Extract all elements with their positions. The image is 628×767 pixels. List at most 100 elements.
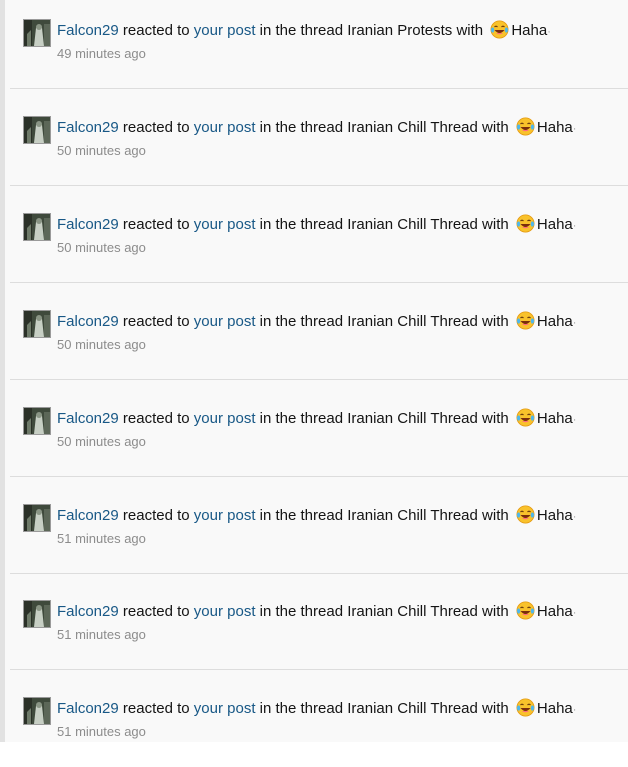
username-link[interactable]: Falcon29 — [57, 119, 119, 136]
thread-text: in the thread — [259, 22, 344, 39]
avatar[interactable] — [23, 213, 51, 241]
alert-time: 50 minutes ago — [57, 143, 146, 158]
thread-text: in the thread — [259, 700, 344, 717]
alert-time: 50 minutes ago — [57, 240, 146, 255]
alert-time: 50 minutes ago — [57, 337, 146, 352]
post-link[interactable]: your post — [194, 22, 256, 39]
laughing-tears-emoji-icon — [516, 408, 535, 427]
alert-time: 50 minutes ago — [57, 434, 146, 449]
reaction-label: Haha — [536, 700, 573, 717]
alert-time: 51 minutes ago — [57, 627, 146, 642]
thread-text: in the thread — [259, 410, 344, 427]
alert-content: Falcon29 reacted to your post in the thr… — [57, 117, 628, 159]
reacted-text: reacted to — [122, 603, 190, 620]
username-link[interactable]: Falcon29 — [57, 700, 119, 717]
thread-title: Iranian Chill Thread — [347, 603, 478, 620]
separator-dot: · — [572, 511, 577, 523]
reaction[interactable]: Haha· — [513, 698, 577, 720]
post-link[interactable]: your post — [194, 507, 256, 524]
thread-text: in the thread — [259, 313, 344, 330]
reaction-label: Haha — [536, 410, 573, 427]
thread-title: Iranian Protests — [347, 22, 453, 39]
laughing-tears-emoji-icon — [516, 117, 535, 136]
thread-text: in the thread — [259, 119, 344, 136]
thread-title: Iranian Chill Thread — [347, 119, 478, 136]
with-text: with — [482, 410, 509, 427]
reaction[interactable]: Haha· — [513, 505, 577, 527]
reaction[interactable]: Haha· — [513, 601, 577, 623]
alert-text: Falcon29 reacted to your post in the thr… — [57, 698, 628, 720]
separator-dot: · — [572, 704, 577, 716]
with-text: with — [482, 313, 509, 330]
reacted-text: reacted to — [122, 22, 190, 39]
avatar[interactable] — [23, 19, 51, 47]
post-link[interactable]: your post — [194, 313, 256, 330]
alert-content: Falcon29 reacted to your post in the thr… — [57, 311, 628, 353]
reaction[interactable]: Haha· — [487, 20, 551, 42]
separator-dot: · — [572, 607, 577, 619]
separator-dot: · — [572, 317, 577, 329]
avatar[interactable] — [23, 310, 51, 338]
username-link[interactable]: Falcon29 — [57, 410, 119, 427]
username-link[interactable]: Falcon29 — [57, 22, 119, 39]
alert-item: Falcon29 reacted to your post in the thr… — [10, 90, 628, 186]
thread-title: Iranian Chill Thread — [347, 410, 478, 427]
reaction[interactable]: Haha· — [513, 311, 577, 333]
username-link[interactable]: Falcon29 — [57, 313, 119, 330]
thread-text: in the thread — [259, 507, 344, 524]
username-link[interactable]: Falcon29 — [57, 507, 119, 524]
with-text: with — [482, 216, 509, 233]
post-link[interactable]: your post — [194, 216, 256, 233]
alert-item: Falcon29 reacted to your post in the thr… — [10, 574, 628, 670]
thread-title: Iranian Chill Thread — [347, 216, 478, 233]
post-link[interactable]: your post — [194, 410, 256, 427]
alert-content: Falcon29 reacted to your post in the thr… — [57, 408, 628, 450]
alert-content: Falcon29 reacted to your post in the thr… — [57, 214, 628, 256]
username-link[interactable]: Falcon29 — [57, 603, 119, 620]
laughing-tears-emoji-icon — [516, 601, 535, 620]
alert-item: Falcon29 reacted to your post in the thr… — [10, 671, 628, 767]
reaction-label: Haha — [536, 313, 573, 330]
reaction[interactable]: Haha· — [513, 117, 576, 139]
separator-dot: · — [572, 220, 577, 232]
alert-content: Falcon29 reacted to your post in the thr… — [57, 505, 628, 547]
alert-item: Falcon29 reacted to your post in the thr… — [10, 478, 628, 574]
reaction[interactable]: Haha· — [513, 214, 577, 236]
reacted-text: reacted to — [122, 119, 190, 136]
thread-text: in the thread — [259, 603, 344, 620]
reaction-label: Haha — [536, 507, 573, 524]
thread-title: Iranian Chill Thread — [347, 507, 478, 524]
alert-text: Falcon29 reacted to your post in the thr… — [57, 20, 628, 42]
username-link[interactable]: Falcon29 — [57, 216, 119, 233]
alert-text: Falcon29 reacted to your post in the thr… — [57, 117, 628, 139]
laughing-tears-emoji-icon — [516, 311, 535, 330]
avatar[interactable] — [23, 504, 51, 532]
separator-dot: · — [547, 26, 551, 38]
avatar[interactable] — [23, 116, 51, 144]
alert-item: Falcon29 reacted to your post in the thr… — [10, 187, 628, 283]
reacted-text: reacted to — [122, 313, 190, 330]
reaction-label: Haha — [511, 22, 548, 39]
post-link[interactable]: your post — [194, 603, 256, 620]
post-link[interactable]: your post — [194, 700, 256, 717]
reacted-text: reacted to — [122, 507, 190, 524]
avatar[interactable] — [23, 697, 51, 725]
laughing-tears-emoji-icon — [516, 505, 535, 524]
post-link[interactable]: your post — [194, 119, 256, 136]
reaction-label: Haha — [536, 119, 573, 136]
reaction[interactable]: Haha· — [513, 408, 576, 430]
reaction-label: Haha — [536, 216, 573, 233]
alert-time: 51 minutes ago — [57, 724, 146, 739]
with-text: with — [482, 700, 509, 717]
alert-time: 49 minutes ago — [57, 46, 146, 61]
reacted-text: reacted to — [122, 700, 190, 717]
alert-time: 51 minutes ago — [57, 531, 146, 546]
alert-content: Falcon29 reacted to your post in the thr… — [57, 601, 628, 643]
thread-title: Iranian Chill Thread — [347, 700, 478, 717]
avatar[interactable] — [23, 407, 51, 435]
alert-text: Falcon29 reacted to your post in the thr… — [57, 408, 628, 430]
avatar[interactable] — [23, 600, 51, 628]
with-text: with — [456, 22, 484, 39]
laughing-tears-emoji-icon — [490, 20, 509, 39]
alerts-list: Falcon29 reacted to your post in the thr… — [0, 0, 628, 742]
